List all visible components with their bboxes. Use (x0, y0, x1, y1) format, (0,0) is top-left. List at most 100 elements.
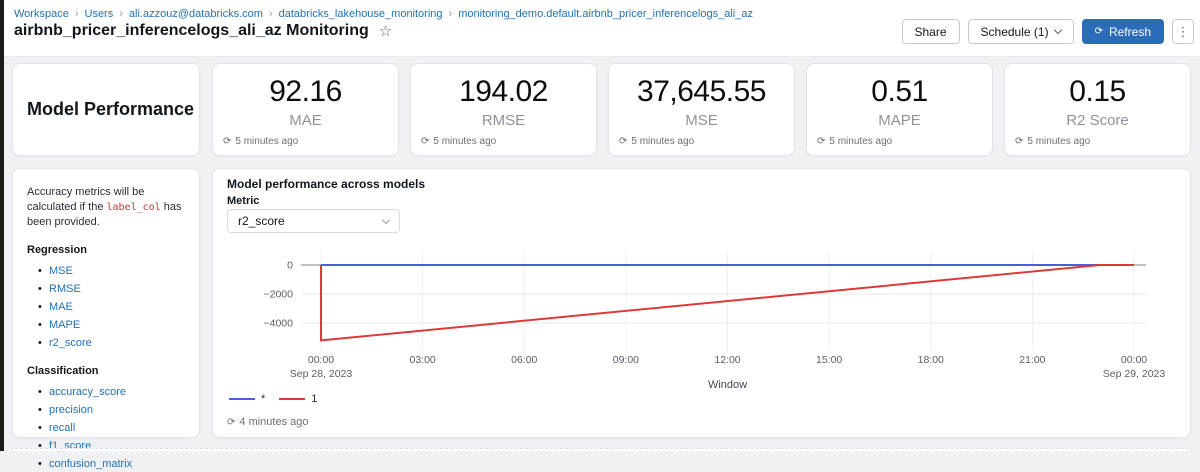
chart-updated-text: 4 minutes ago (239, 416, 308, 428)
svg-text:Window: Window (708, 379, 747, 391)
list-item: recall (49, 421, 187, 436)
metric-updated-text: 5 minutes ago (631, 136, 694, 147)
metric-updated-text: 5 minutes ago (1027, 136, 1090, 147)
list-item: MAPE (49, 318, 187, 333)
link-rmse[interactable]: RMSE (49, 283, 81, 295)
legend-item[interactable]: * (229, 393, 265, 405)
breadcrumb-separator-icon: › (449, 8, 453, 20)
breadcrumb-users[interactable]: Users (85, 8, 114, 20)
kebab-icon: ⋮ (1177, 24, 1190, 40)
metric-value: 194.02 (411, 75, 596, 109)
share-button[interactable]: Share (902, 19, 960, 44)
link-mae[interactable]: MAE (49, 301, 73, 313)
legend-label: * (261, 393, 265, 405)
chevron-down-icon (382, 215, 390, 223)
breadcrumb-lakehouse-monitoring[interactable]: databricks_lakehouse_monitoring (279, 8, 443, 20)
metric-dropdown[interactable]: r2_score (227, 209, 400, 233)
breadcrumb-user-email[interactable]: ali.azzouz@databricks.com (129, 8, 263, 20)
more-options-button[interactable]: ⋮ (1172, 19, 1194, 44)
metric-value: 0.51 (807, 75, 992, 109)
link-recall[interactable]: recall (49, 422, 75, 434)
metric-value: 37,645.55 (609, 75, 794, 109)
svg-text:00:00: 00:00 (1121, 354, 1147, 366)
metric-label: R2 Score (1005, 112, 1190, 129)
svg-text:Sep 28, 2023: Sep 28, 2023 (290, 368, 353, 380)
page-header: Workspace › Users › ali.azzouz@databrick… (0, 0, 1200, 57)
refresh-icon: ⟳ (421, 136, 429, 147)
breadcrumb-separator-icon: › (119, 8, 123, 20)
label-col-code: label_col (107, 202, 161, 213)
metric-dropdown-label: Metric (227, 195, 259, 207)
metric-label: RMSE (411, 112, 596, 129)
metric-updated-text: 5 minutes ago (433, 136, 496, 147)
chart-title: Model performance across models (227, 177, 425, 191)
svg-text:12:00: 12:00 (714, 354, 740, 366)
svg-text:Sep 29, 2023: Sep 29, 2023 (1103, 368, 1166, 380)
link-mape[interactable]: MAPE (49, 319, 80, 331)
legend-item[interactable]: 1 (279, 393, 317, 405)
legend-line-swatch (229, 398, 255, 400)
metric-card-mse: 37,645.55 MSE ⟳ 5 minutes ago (608, 63, 795, 156)
svg-text:00:00: 00:00 (308, 354, 334, 366)
breadcrumb-separator-icon: › (75, 8, 79, 20)
link-confusion-matrix[interactable]: confusion_matrix (49, 458, 132, 470)
metric-value: 0.15 (1005, 75, 1190, 109)
svg-text:06:00: 06:00 (511, 354, 537, 366)
metric-label: MSE (609, 112, 794, 129)
refresh-icon: ⟳ (817, 136, 825, 147)
metrics-help-panel: Accuracy metrics will be calculated if t… (12, 168, 200, 438)
classification-heading: Classification (27, 364, 187, 379)
page-title: airbnb_pricer_inferencelogs_ali_az Monit… (14, 22, 369, 40)
link-r2-score[interactable]: r2_score (49, 337, 92, 349)
breadcrumb-separator-icon: › (269, 8, 273, 20)
schedule-button[interactable]: Schedule (1) (968, 19, 1074, 44)
metric-updated-text: 5 minutes ago (235, 136, 298, 147)
link-precision[interactable]: precision (49, 404, 93, 416)
metric-card-mape: 0.51 MAPE ⟳ 5 minutes ago (806, 63, 993, 156)
window-edge (0, 0, 4, 451)
svg-text:21:00: 21:00 (1019, 354, 1045, 366)
legend-line-swatch (279, 398, 305, 400)
breadcrumb-workspace[interactable]: Workspace (14, 8, 69, 20)
breadcrumb-monitor-table[interactable]: monitoring_demo.default.airbnb_pricer_in… (458, 8, 753, 20)
refresh-button[interactable]: ⟳ Refresh (1082, 19, 1164, 44)
list-item: accuracy_score (49, 385, 187, 400)
metric-label: MAPE (807, 112, 992, 129)
chevron-down-icon (1053, 26, 1061, 34)
section-title: Model Performance (27, 99, 194, 120)
metric-label: MAE (213, 112, 398, 129)
metric-card-rmse: 194.02 RMSE ⟳ 5 minutes ago (410, 63, 597, 156)
accuracy-note: Accuracy metrics will be calculated if t… (27, 185, 187, 230)
refresh-button-label: Refresh (1109, 25, 1151, 39)
svg-text:15:00: 15:00 (816, 354, 842, 366)
list-item: precision (49, 403, 187, 418)
section-title-panel: Model Performance (12, 63, 200, 156)
svg-text:0: 0 (287, 260, 293, 272)
refresh-icon: ⟳ (223, 136, 231, 147)
metric-card-r2: 0.15 R2 Score ⟳ 5 minutes ago (1004, 63, 1191, 156)
svg-text:18:00: 18:00 (918, 354, 944, 366)
svg-text:03:00: 03:00 (409, 354, 435, 366)
list-item: MAE (49, 300, 187, 315)
classification-links: accuracy_score precision recall f1_score… (49, 385, 187, 472)
refresh-icon: ⟳ (619, 136, 627, 147)
link-accuracy-score[interactable]: accuracy_score (49, 386, 126, 398)
schedule-button-label: Schedule (1) (981, 25, 1049, 39)
link-mse[interactable]: MSE (49, 265, 73, 277)
chart-legend: *1 (229, 393, 317, 405)
regression-heading: Regression (27, 243, 187, 258)
svg-text:−2000: −2000 (264, 289, 294, 301)
refresh-icon: ⟳ (1095, 26, 1103, 37)
list-item: f1_score (49, 439, 187, 454)
refresh-icon: ⟳ (227, 417, 235, 428)
favorite-star-icon[interactable]: ☆ (379, 22, 392, 40)
metric-value: 92.16 (213, 75, 398, 109)
list-item: MSE (49, 264, 187, 279)
metric-updated-text: 5 minutes ago (829, 136, 892, 147)
refresh-icon: ⟳ (1015, 136, 1023, 147)
svg-text:09:00: 09:00 (613, 354, 639, 366)
share-button-label: Share (915, 25, 947, 39)
regression-links: MSE RMSE MAE MAPE r2_score (49, 264, 187, 351)
legend-label: 1 (311, 393, 317, 405)
list-item: r2_score (49, 336, 187, 351)
